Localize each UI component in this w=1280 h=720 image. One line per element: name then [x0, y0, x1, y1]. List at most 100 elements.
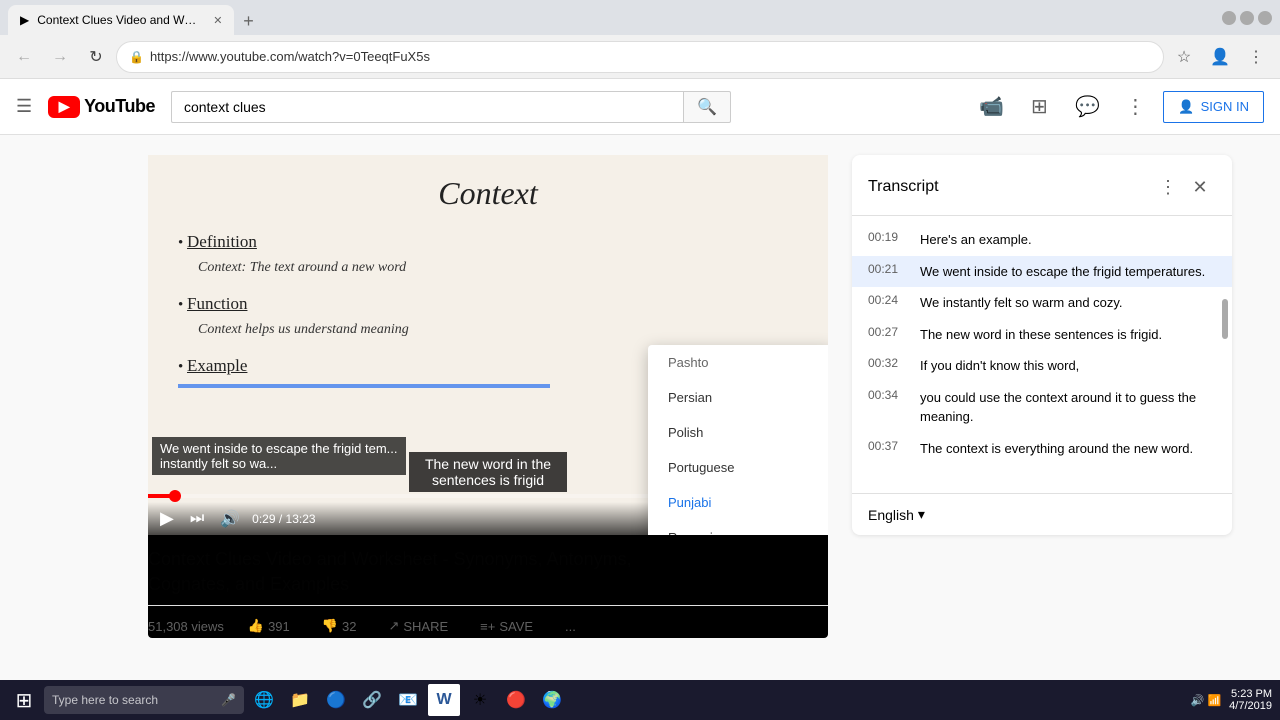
transcript-entry-2[interactable]: 00:21 We went inside to escape the frigi…	[852, 256, 1232, 288]
share-button[interactable]: ↗ SHARE	[380, 614, 456, 638]
subtitle-line1: The new word in the	[425, 456, 551, 472]
transcript-body: 00:19 Here's an example. 00:21 We went i…	[852, 216, 1232, 493]
taskbar-system-tray: 🔊 📶 5:23 PM 4/7/2019	[1191, 688, 1272, 712]
timestamp-7: 00:37	[868, 439, 904, 459]
language-selector[interactable]: English ▾	[868, 506, 925, 523]
like-button[interactable]: 👍 391	[240, 614, 298, 638]
active-tab[interactable]: ▶ Context Clues Video and Worksh... ✕	[8, 5, 234, 35]
time-display: 0:29 / 13:23	[252, 512, 315, 526]
search-input[interactable]	[171, 91, 683, 123]
search-container: 🔍	[171, 91, 731, 123]
extensions-button[interactable]: ⋮	[1240, 41, 1272, 73]
progress-fill	[148, 494, 175, 498]
url-text: https://www.youtube.com/watch?v=0TeeqtFu…	[150, 49, 1151, 64]
chevron-down-icon: ▾	[918, 506, 925, 523]
transcript-entry-6[interactable]: 00:34 you could use the context around i…	[852, 382, 1232, 433]
language-name: English	[868, 507, 914, 523]
skip-button[interactable]: ⏭	[186, 508, 208, 530]
search-button[interactable]: 🔍	[683, 91, 731, 123]
transcript-text-4: The new word in these sentences is frigi…	[920, 325, 1162, 345]
main-subtitle: The new word in the sentences is frigid	[409, 452, 567, 492]
taskbar-word[interactable]: W	[428, 684, 460, 716]
video-frame[interactable]: Context • Definition Context: The text a…	[148, 155, 828, 535]
back-button[interactable]: ←	[8, 41, 40, 73]
taskbar-sun[interactable]: ☀	[464, 684, 496, 716]
more-button[interactable]: ⋮	[1115, 87, 1155, 127]
share-label: SHARE	[403, 619, 448, 634]
play-button[interactable]: ▶	[156, 506, 178, 531]
transcript-entry-7[interactable]: 00:37 The context is everything around t…	[852, 433, 1232, 465]
dislike-count: 32	[342, 619, 356, 634]
taskbar-chrome[interactable]: 🌐	[248, 684, 280, 716]
save-label: SAVE	[499, 619, 533, 634]
transcript-entry-4[interactable]: 00:27 The new word in these sentences is…	[852, 319, 1232, 351]
save-button[interactable]: ≡+ SAVE	[472, 615, 541, 638]
scrollbar[interactable]	[1222, 299, 1228, 339]
more-actions-button[interactable]: ...	[557, 615, 584, 638]
taskbar: ⊞ Type here to search 🎤 🌐 📁 🔵 🔗 📧 W ☀ 🔴 …	[0, 680, 1280, 720]
taskbar-powerpoint[interactable]: 🔴	[500, 684, 532, 716]
definition-label: Definition	[187, 232, 257, 251]
close-btn[interactable]	[1258, 11, 1272, 25]
transcript-entry-3[interactable]: 00:24 We instantly felt so warm and cozy…	[852, 287, 1232, 319]
taskbar-earth[interactable]: 🌍	[536, 684, 568, 716]
taskbar-ie[interactable]: 🔗	[356, 684, 388, 716]
transcript-title: Transcript	[868, 178, 1152, 196]
transcript-footer: English ▾	[852, 493, 1232, 535]
function-text: Context helps us understand meaning	[198, 322, 798, 338]
header-right: 📹 ⊞ 💬 ⋮ 👤 SIGN IN	[971, 87, 1264, 127]
tab-close-btn[interactable]: ✕	[213, 14, 222, 27]
taskbar-mic-icon: 🎤	[221, 693, 236, 707]
definition-text: Context: The text around a new word	[198, 260, 798, 276]
camera-button[interactable]: 📹	[971, 87, 1011, 127]
sign-in-button[interactable]: 👤 SIGN IN	[1163, 91, 1264, 123]
definition-bullet: • Definition	[178, 232, 798, 252]
function-bullet: • Function	[178, 294, 798, 314]
lang-item-romanian[interactable]: Romanian	[648, 520, 828, 535]
apps-button[interactable]: ⊞	[1019, 87, 1059, 127]
refresh-button[interactable]: ↻	[80, 41, 112, 73]
transcript-entry-1[interactable]: 00:19 Here's an example.	[852, 224, 1232, 256]
minimize-btn[interactable]	[1222, 11, 1236, 25]
taskbar-search[interactable]: Type here to search 🎤	[44, 686, 244, 714]
bookmark-button[interactable]: ☆	[1168, 41, 1200, 73]
lang-item-polish[interactable]: Polish	[648, 415, 828, 450]
video-section: Context • Definition Context: The text a…	[148, 155, 828, 685]
start-button[interactable]: ⊞	[8, 684, 40, 716]
lang-item-portuguese[interactable]: Portuguese	[648, 450, 828, 485]
like-count: 391	[268, 619, 290, 634]
lang-item-persian[interactable]: Persian	[648, 380, 828, 415]
dislike-button[interactable]: 👎 32	[314, 614, 365, 638]
taskbar-explorer[interactable]: 📁	[284, 684, 316, 716]
transcript-close-button[interactable]: ✕	[1184, 171, 1216, 203]
taskbar-mail[interactable]: 📧	[392, 684, 424, 716]
chat-button[interactable]: 💬	[1067, 87, 1107, 127]
transcript-menu-button[interactable]: ⋮	[1152, 171, 1184, 203]
like-icon: 👍	[248, 618, 264, 634]
transcript-text-7: The context is everything around the new…	[920, 439, 1193, 459]
address-bar[interactable]: 🔒 https://www.youtube.com/watch?v=0Teeqt…	[116, 41, 1164, 73]
transcript-text-3: We instantly felt so warm and cozy.	[920, 293, 1123, 313]
share-icon: ↗	[388, 618, 399, 634]
youtube-header: ☰ ▶ YouTube 🔍 📹 ⊞ 💬 ⋮ 👤 SIGN IN	[0, 79, 1280, 135]
maximize-btn[interactable]	[1240, 11, 1254, 25]
dislike-icon: 👎	[322, 618, 338, 634]
video-title: Context Clues Video and Worksheet - Syno…	[148, 547, 828, 597]
hamburger-menu[interactable]: ☰	[16, 96, 32, 117]
new-tab-button[interactable]: +	[234, 7, 262, 35]
forward-button[interactable]: →	[44, 41, 76, 73]
system-tray-icons: 🔊 📶	[1191, 694, 1221, 707]
transcript-header: Transcript ⋮ ✕	[852, 155, 1232, 216]
date: 4/7/2019	[1229, 700, 1272, 712]
transcript-entry-5[interactable]: 00:32 If you didn't know this word,	[852, 350, 1232, 382]
lang-item-punjabi[interactable]: Punjabi	[648, 485, 828, 520]
profile-button[interactable]: 👤	[1204, 41, 1236, 73]
lang-item-pashto[interactable]: Pashto	[648, 345, 828, 380]
save-icon: ≡+	[480, 619, 495, 634]
taskbar-edge[interactable]: 🔵	[320, 684, 352, 716]
volume-button[interactable]: 🔊	[216, 507, 244, 531]
view-count: 51,308 views	[148, 619, 224, 634]
time: 5:23 PM	[1229, 688, 1272, 700]
nav-bar: ← → ↻ 🔒 https://www.youtube.com/watch?v=…	[0, 35, 1280, 79]
youtube-logo[interactable]: ▶ YouTube	[48, 96, 155, 118]
